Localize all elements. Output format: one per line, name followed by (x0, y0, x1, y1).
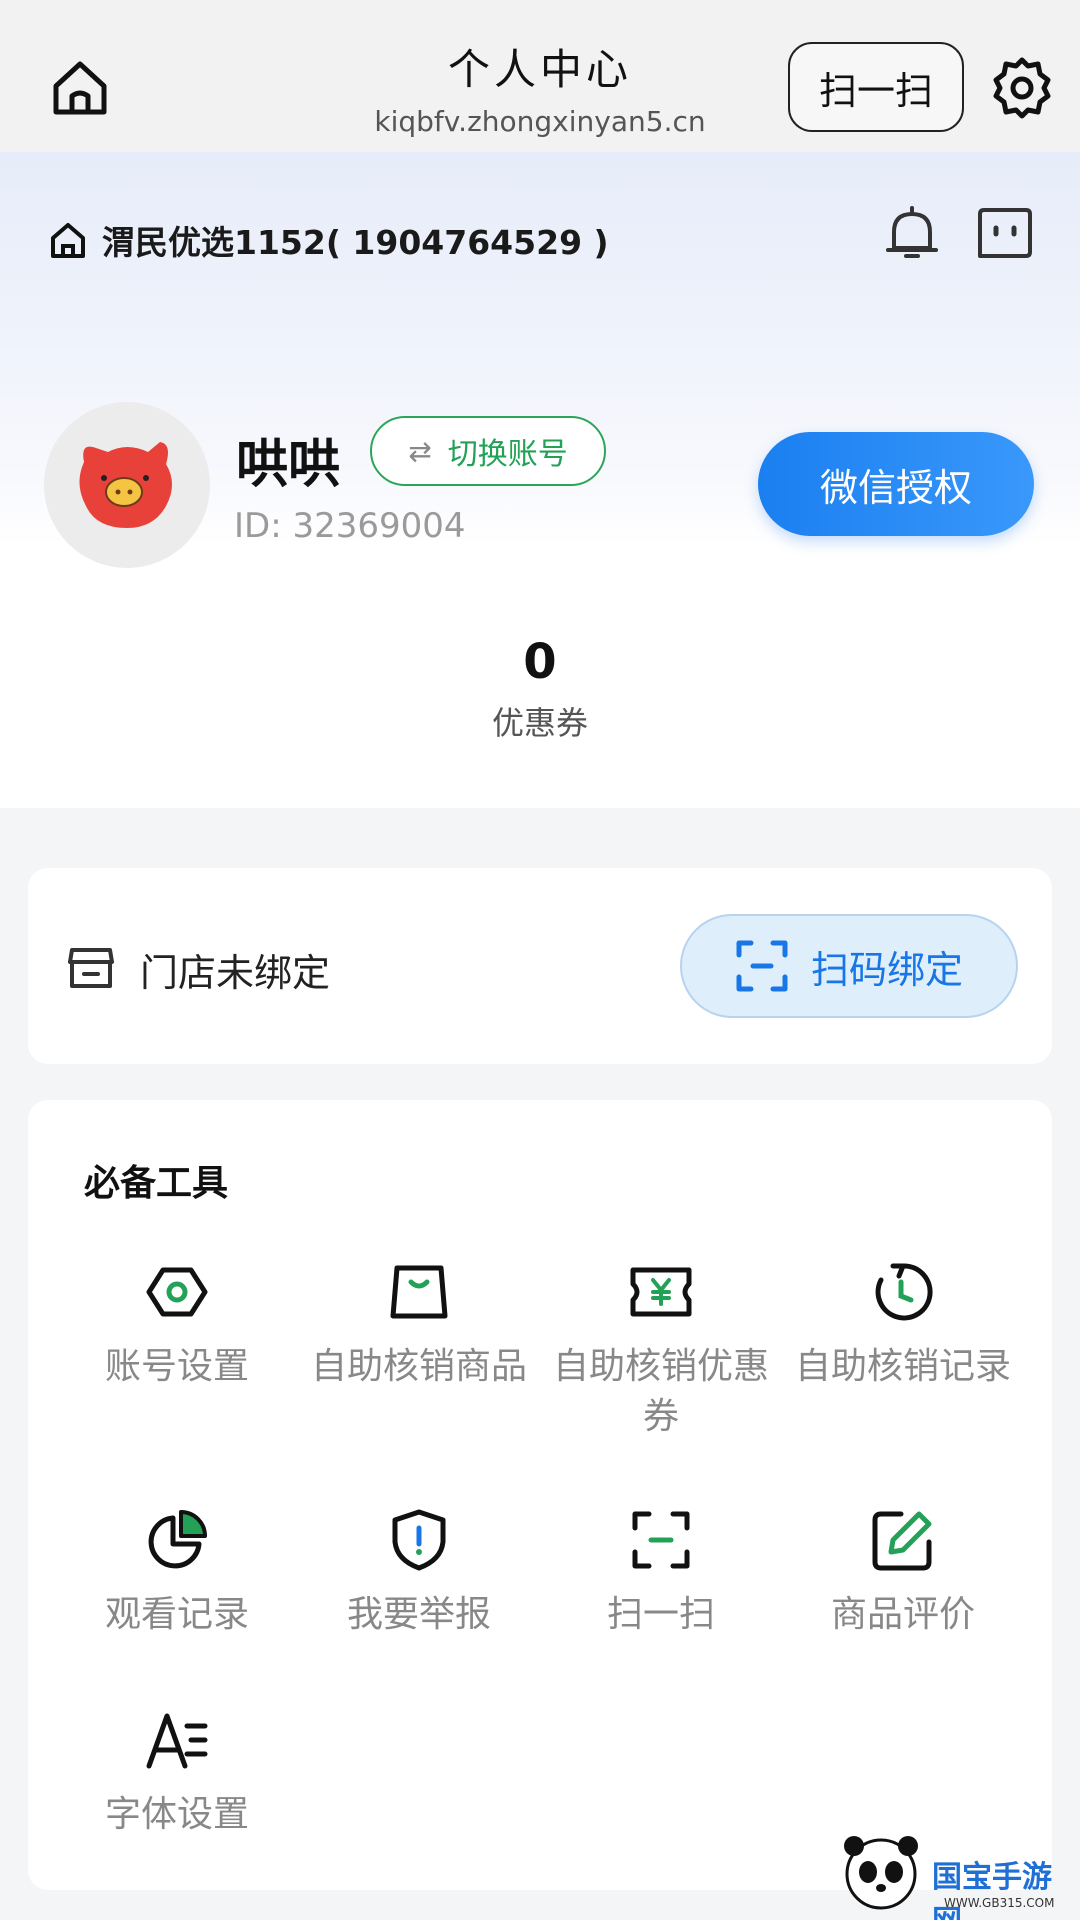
shield-alert-icon (392, 1509, 446, 1571)
tool-label: 自助核销优惠券 (552, 1346, 769, 1437)
coupon-count: 0 (523, 634, 557, 690)
user-id: ID: 32369004 (234, 506, 466, 546)
panda-logo-icon (844, 1836, 918, 1910)
tool-label: 自助核销商品 (310, 1346, 527, 1387)
page-title-block: 个人中心 kiqbfv.zhongxinyan5.cn (340, 36, 740, 138)
wechat-auth-button[interactable]: 微信授权 (758, 432, 1034, 536)
yen-ticket-icon (630, 1267, 692, 1317)
swap-icon: ⇄ (408, 434, 432, 468)
store-bind-status: 门店未绑定 (140, 951, 331, 995)
tool-account-settings[interactable]: 账号设置 (56, 1260, 298, 1392)
tool-self-verify-records[interactable]: 自助核销记录 (782, 1260, 1024, 1392)
store-icon (68, 948, 114, 988)
scan-bind-button[interactable]: 扫码绑定 (680, 914, 1018, 1018)
watermark-subtext: WWW.GB315.COM (944, 1896, 1055, 1910)
tool-font-settings[interactable]: 字体设置 (56, 1708, 298, 1840)
gear-icon[interactable] (990, 56, 1054, 120)
scan-icon (736, 940, 788, 992)
scan-button[interactable]: 扫一扫 (788, 42, 964, 132)
scan-icon (632, 1511, 690, 1569)
coupon-label: 优惠券 (491, 704, 588, 742)
tool-label: 商品评价 (830, 1594, 975, 1635)
pie-chart-icon (148, 1510, 207, 1569)
home-icon[interactable] (48, 56, 112, 120)
tool-product-review[interactable]: 商品评价 (782, 1508, 1024, 1640)
store-bind-card: 门店未绑定 扫码绑定 (28, 868, 1052, 1064)
page-title: 个人中心 (447, 45, 632, 94)
hexagon-settings-icon (146, 1267, 208, 1317)
message-icon[interactable] (976, 206, 1034, 260)
store-row[interactable]: 渭民优选1152( 1904764529 ) (48, 212, 609, 268)
tool-self-verify-goods[interactable]: 自助核销商品 (298, 1260, 540, 1392)
bell-icon[interactable] (884, 204, 940, 264)
switch-account-button[interactable]: ⇄ 切换账号 (370, 416, 606, 486)
tool-label: 账号设置 (104, 1346, 249, 1387)
tool-label: 自助核销记录 (794, 1346, 1011, 1387)
top-bar: 个人中心 kiqbfv.zhongxinyan5.cn 扫一扫 (0, 0, 1080, 152)
tool-label: 字体设置 (104, 1794, 249, 1835)
site-watermark: 国宝手游网 WWW.GB315.COM (836, 1826, 1080, 1920)
shopping-bag-icon (390, 1265, 448, 1319)
tool-label: 我要举报 (346, 1594, 491, 1635)
coupon-stat[interactable]: 0 优惠券 (440, 634, 640, 744)
store-home-icon (51, 223, 85, 258)
tool-label: 观看记录 (104, 1594, 249, 1635)
scan-bind-label: 扫码绑定 (810, 947, 963, 992)
tool-self-verify-coupon[interactable]: 自助核销优惠券 (540, 1260, 782, 1442)
profile-section: 渭民优选1152( 1904764529 ) 哄哄 ⇄ 切换账号 ID: 323… (0, 152, 1080, 808)
tool-report[interactable]: 我要举报 (298, 1508, 540, 1640)
page-url: kiqbfv.zhongxinyan5.cn (374, 105, 706, 138)
switch-account-label: 切换账号 (447, 437, 568, 472)
tool-watch-history[interactable]: 观看记录 (56, 1508, 298, 1640)
tools-card: 必备工具 账号设置 自助核销商品 自助核销优惠券 自助核销记录 观看记录 我要举… (28, 1100, 1052, 1890)
tools-title: 必备工具 (84, 1163, 229, 1204)
font-size-icon (146, 1713, 208, 1769)
edit-pen-icon (872, 1511, 932, 1571)
store-name: 渭民优选1152( 1904764529 ) (102, 223, 609, 262)
history-clock-icon (875, 1263, 933, 1321)
avatar[interactable] (44, 402, 210, 568)
nickname: 哄哄 (236, 435, 341, 495)
tool-label: 扫一扫 (606, 1594, 715, 1635)
tool-scan[interactable]: 扫一扫 (540, 1508, 782, 1640)
